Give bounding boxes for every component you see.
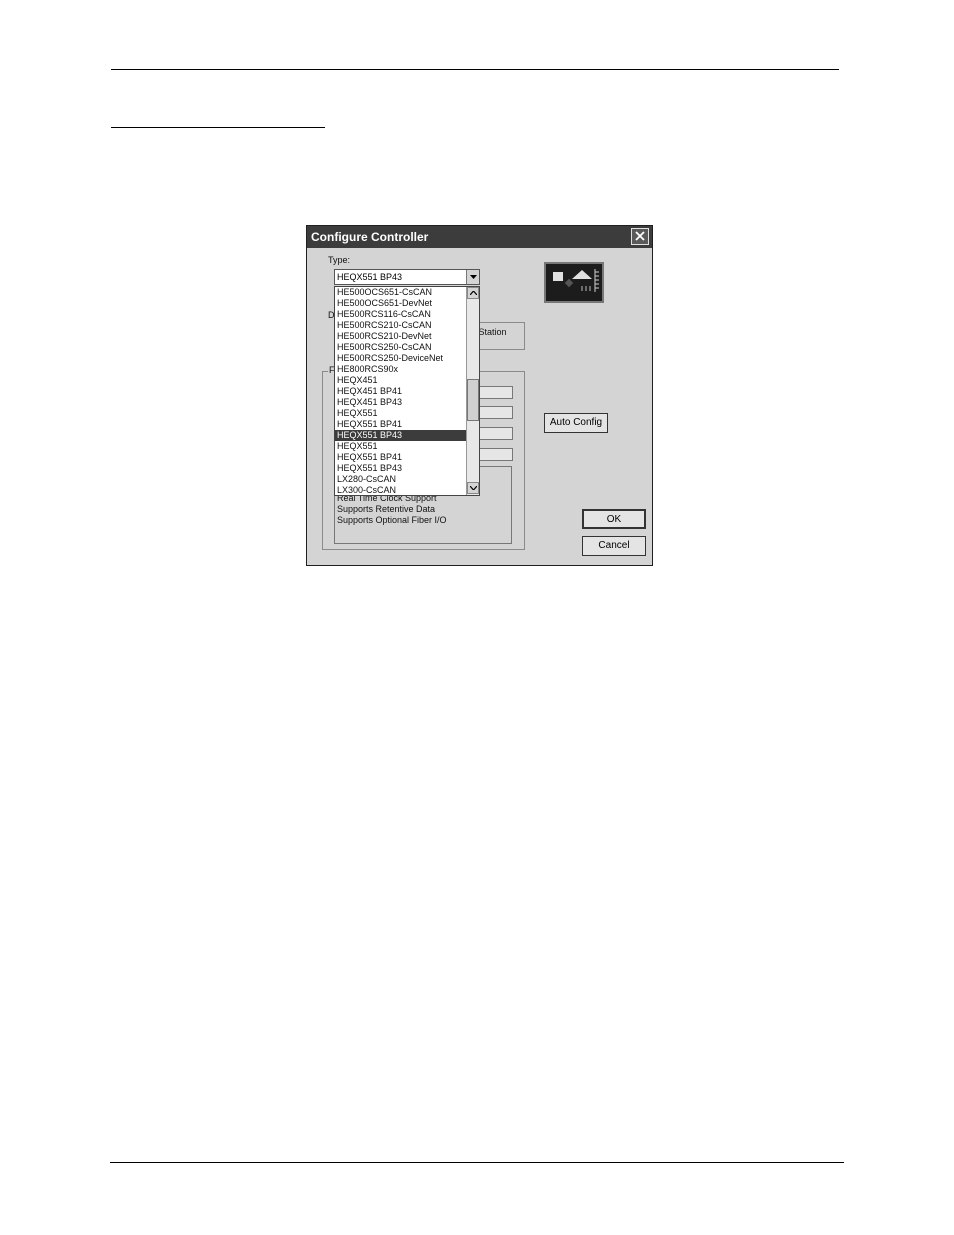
dropdown-option[interactable]: HEQX551 [335,441,466,452]
dropdown-option[interactable]: HE800RCS90x [335,364,466,375]
dropdown-option[interactable]: HEQX551 [335,408,466,419]
dropdown-option[interactable]: HEQX551 BP43 [335,430,466,441]
dropdown-option[interactable]: HEQX451 BP41 [335,386,466,397]
dropdown-option[interactable]: HE500RCS116-CsCAN [335,309,466,320]
dropdown-option[interactable]: HEQX451 [335,375,466,386]
controller-icon [553,269,599,292]
cancel-label: Cancel [598,540,630,551]
dropdown-option[interactable]: HEQX551 BP43 [335,463,466,474]
dropdown-option[interactable]: HE500RCS210-DevNet [335,331,466,342]
controller-image [544,262,604,303]
auto-config-label: Auto Config [549,417,603,428]
chevron-down-icon [470,275,477,279]
dropdown-option[interactable]: HE500RCS250-DeviceNet [335,353,466,364]
dropdown-option[interactable]: HEQX551 BP41 [335,419,466,430]
dropdown-option[interactable]: HEQX551 BP41 [335,452,466,463]
configure-controller-dialog: Configure Controller Type: HEQX551 BP43 … [306,225,653,566]
chevron-down-icon [470,486,477,490]
ok-button[interactable]: OK [582,509,646,529]
type-label: Type: [328,255,351,265]
close-button[interactable] [631,228,649,245]
chevron-up-icon [470,291,477,295]
cancel-button[interactable]: Cancel [582,536,646,556]
type-combobox-value: HEQX551 BP43 [337,272,403,282]
dropdown-scrollbar[interactable] [466,287,479,495]
dropdown-option[interactable]: LX300-CsCAN [335,485,466,495]
heading-underline [111,127,325,128]
scroll-up-button[interactable] [467,287,479,299]
auto-config-button[interactable]: Auto Config [544,413,608,433]
dialog-title: Configure Controller [311,230,429,244]
scrollbar-thumb[interactable] [467,379,479,421]
close-icon [635,231,645,241]
header-rule [111,69,839,70]
type-dropdown-items: HE500OCS651-CsCAN HE500OCS651-DevNet HE500… [335,287,466,495]
feature-fiber-io: Supports Optional Fiber I/O [337,515,447,525]
scroll-down-button[interactable] [467,482,479,494]
dropdown-option[interactable]: HE500OCS651-CsCAN [335,287,466,298]
type-combobox[interactable]: HEQX551 BP43 [334,269,480,285]
type-dropdown-list[interactable]: HE500OCS651-CsCAN HE500OCS651-DevNet HE500… [334,286,480,496]
dropdown-option[interactable]: HE500RCS250-CsCAN [335,342,466,353]
footer-rule [110,1162,844,1163]
dialog-titlebar: Configure Controller [307,226,652,248]
ok-label: OK [606,514,622,525]
dropdown-option[interactable]: LX280-CsCAN [335,474,466,485]
feature-retentive: Supports Retentive Data [337,504,436,514]
dropdown-option[interactable]: HE500RCS210-CsCAN [335,320,466,331]
dropdown-option[interactable]: HE500OCS651-DevNet [335,298,466,309]
combobox-dropdown-button[interactable] [466,270,479,284]
dropdown-option[interactable]: HEQX451 BP43 [335,397,466,408]
